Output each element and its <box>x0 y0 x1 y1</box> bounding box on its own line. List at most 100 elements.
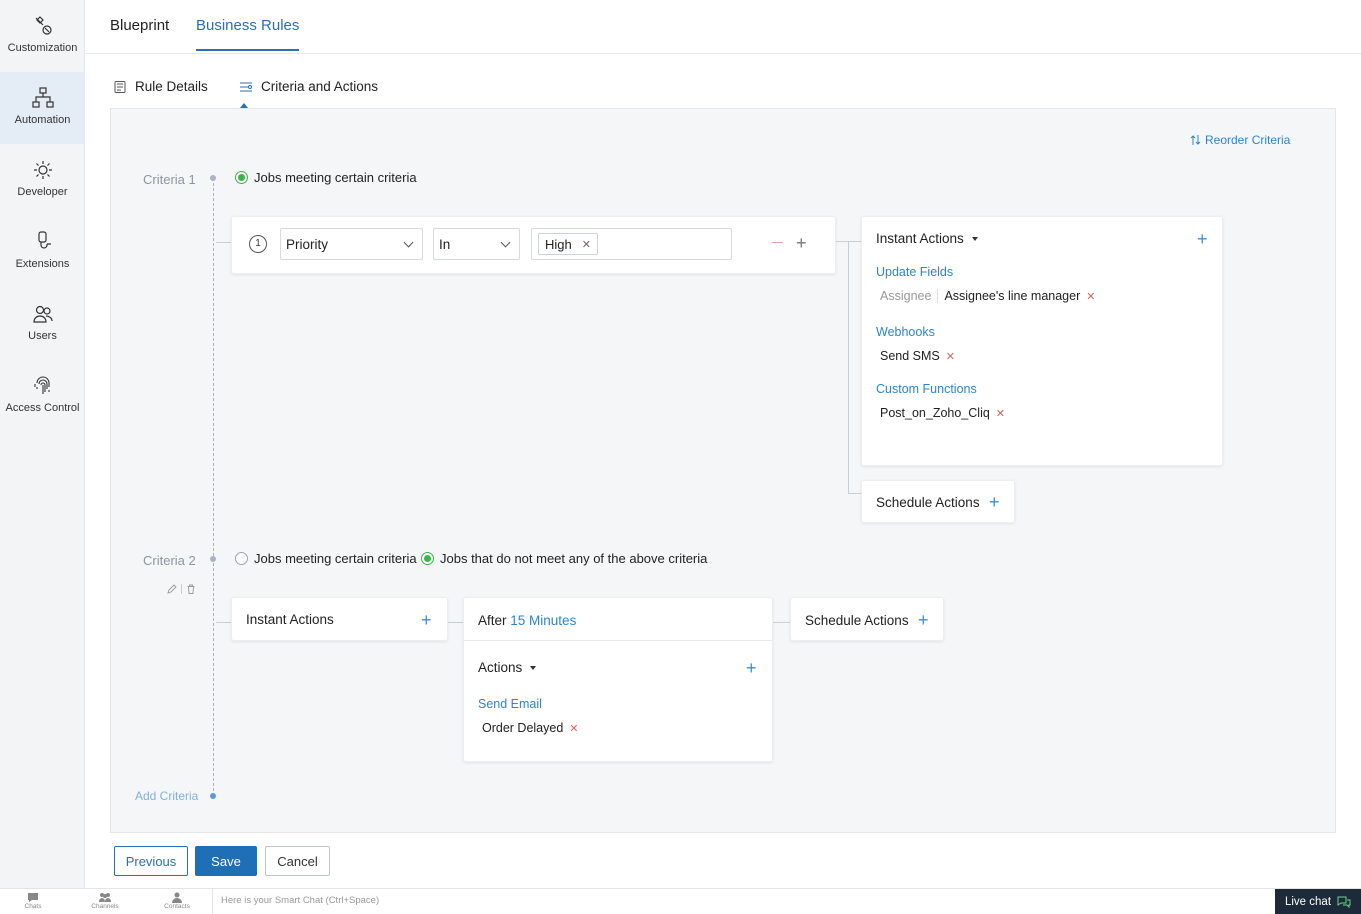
bottom-item-label: Contacts <box>164 903 190 910</box>
live-chat-button[interactable]: Live chat <box>1275 889 1361 914</box>
tab-blueprint[interactable]: Blueprint <box>110 17 169 49</box>
instant-actions-title: Instant Actions <box>246 612 334 627</box>
extensions-icon <box>37 231 51 249</box>
customization-icon <box>35 16 52 35</box>
operator-select-value: In <box>439 237 451 252</box>
criteria-2-radio-not-met[interactable]: Jobs that do not meet any of the above c… <box>421 551 707 566</box>
instant-actions-dropdown[interactable]: Instant Actions <box>876 231 978 246</box>
timeline-dot <box>210 793 216 799</box>
webhook-chip: Send SMS ✕ <box>880 349 955 363</box>
bottom-item-label: Channels <box>91 903 119 910</box>
radio-selected-icon <box>235 171 248 184</box>
operator-select[interactable]: In <box>433 228 520 260</box>
live-chat-label: Live chat <box>1284 896 1332 908</box>
divider <box>463 640 773 641</box>
smart-chat-input[interactable]: Here is your Smart Chat (Ctrl+Space) <box>212 889 1272 914</box>
field-value: Assignee's line manager <box>944 289 1081 303</box>
sidebar-item-label: Users <box>28 330 57 342</box>
add-instant-action-button[interactable]: + <box>421 611 432 629</box>
remove-icon[interactable]: ✕ <box>569 722 578 735</box>
edit-icon[interactable] <box>167 584 177 594</box>
sidebar-item-label: Automation <box>14 114 71 126</box>
timeline-dot <box>210 175 216 181</box>
add-criteria-link[interactable]: Add Criteria <box>135 789 198 803</box>
subtab-criteria-actions[interactable]: Criteria and Actions <box>239 79 378 94</box>
sidebar-item-users[interactable]: Users <box>0 288 85 360</box>
connector <box>848 493 861 494</box>
fingerprint-icon <box>33 376 50 394</box>
remove-icon[interactable]: ✕ <box>1086 290 1095 303</box>
contacts-icon <box>172 892 182 903</box>
top-tabs: Blueprint Business Rules <box>85 0 1361 54</box>
radio-unselected-icon <box>235 552 248 565</box>
sidebar-item-automation[interactable]: Automation <box>0 72 85 144</box>
bottom-item-contacts[interactable]: Contacts <box>152 892 202 910</box>
criteria-2-radio-certain[interactable]: Jobs meeting certain criteria <box>235 551 417 566</box>
condition-number: 1 <box>249 235 267 253</box>
custom-function-chip: Post_on_Zoho_Cliq ✕ <box>880 406 1005 420</box>
field-name: Assignee <box>880 289 939 303</box>
sidebar-item-developer[interactable]: Developer <box>0 144 85 216</box>
add-schedule-action-button[interactable]: + <box>918 611 929 629</box>
remove-condition-button[interactable] <box>772 242 783 243</box>
remove-icon[interactable]: ✕ <box>996 407 1005 420</box>
delay-prefix: After <box>478 613 507 628</box>
sidebar-item-access-control[interactable]: Access Control <box>0 360 85 432</box>
divider <box>181 584 182 594</box>
delay-label: After 15 Minutes <box>478 613 576 628</box>
tab-business-rules[interactable]: Business Rules <box>196 17 300 51</box>
field-select[interactable]: Priority <box>280 228 423 260</box>
bottom-item-chats[interactable]: Chats <box>8 892 58 910</box>
sidebar-item-label: Customization <box>7 42 78 54</box>
webhooks-heading: Webhooks <box>876 325 935 339</box>
criteria-1-label: Criteria 1 <box>143 172 196 187</box>
connector <box>773 622 790 623</box>
instant-actions-card <box>861 216 1223 466</box>
schedule-actions-title: Schedule Actions <box>876 495 980 510</box>
radio-label: Jobs that do not meet any of the above c… <box>440 551 708 566</box>
criteria-2-label: Criteria 2 <box>143 553 196 568</box>
previous-button[interactable]: Previous <box>114 846 188 876</box>
send-email-chip: Order Delayed ✕ <box>482 721 579 735</box>
connector <box>448 622 463 623</box>
add-instant-action-button[interactable]: + <box>1197 230 1208 248</box>
subtab-label: Rule Details <box>135 79 208 94</box>
reorder-criteria-link[interactable]: Reorder Criteria <box>1190 133 1290 147</box>
value-tag-label: High <box>545 236 572 252</box>
document-icon <box>114 80 126 93</box>
add-schedule-action-button[interactable]: + <box>989 493 1000 511</box>
delay-value-link[interactable]: 15 Minutes <box>510 613 576 628</box>
reorder-label: Reorder Criteria <box>1205 133 1291 147</box>
save-button[interactable]: Save <box>195 846 257 876</box>
bottom-item-channels[interactable]: Channels <box>80 892 130 910</box>
reorder-icon <box>1190 135 1201 145</box>
remove-tag-icon[interactable]: ✕ <box>582 238 591 251</box>
delete-icon[interactable] <box>186 584 196 594</box>
sidebar-item-label: Extensions <box>15 258 70 270</box>
update-field-chip: Assignee Assignee's line manager ✕ <box>880 289 1095 303</box>
connector <box>848 241 849 493</box>
sidebar-item-customization[interactable]: Customization <box>0 0 85 72</box>
chevron-down-icon <box>403 237 414 248</box>
radio-label: Jobs meeting certain criteria <box>254 551 417 566</box>
actions-dropdown[interactable]: Actions <box>478 660 537 675</box>
send-email-value: Order Delayed <box>482 721 564 735</box>
users-icon <box>32 305 53 323</box>
subtab-rule-details[interactable]: Rule Details <box>113 79 208 94</box>
caret-down-icon <box>530 666 537 671</box>
cancel-button[interactable]: Cancel <box>265 846 330 876</box>
sidebar-item-label: Access Control <box>5 402 80 414</box>
add-condition-button[interactable]: + <box>796 234 807 252</box>
custom-function-value: Post_on_Zoho_Cliq <box>880 406 990 420</box>
remove-icon[interactable]: ✕ <box>946 350 955 363</box>
add-action-button[interactable]: + <box>746 659 757 677</box>
chat-icon <box>28 893 38 902</box>
connector <box>216 242 231 243</box>
bottom-bar: Chats Channels Contacts Here is your Sma… <box>0 888 1361 914</box>
criteria-1-radio-certain[interactable]: Jobs meeting certain criteria <box>235 170 417 185</box>
sidebar: Customization Automation Developer Exten… <box>0 0 85 888</box>
sidebar-item-extensions[interactable]: Extensions <box>0 216 85 288</box>
update-fields-heading: Update Fields <box>876 265 954 279</box>
caret-down-icon <box>971 237 978 242</box>
timeline-dot <box>210 556 216 562</box>
